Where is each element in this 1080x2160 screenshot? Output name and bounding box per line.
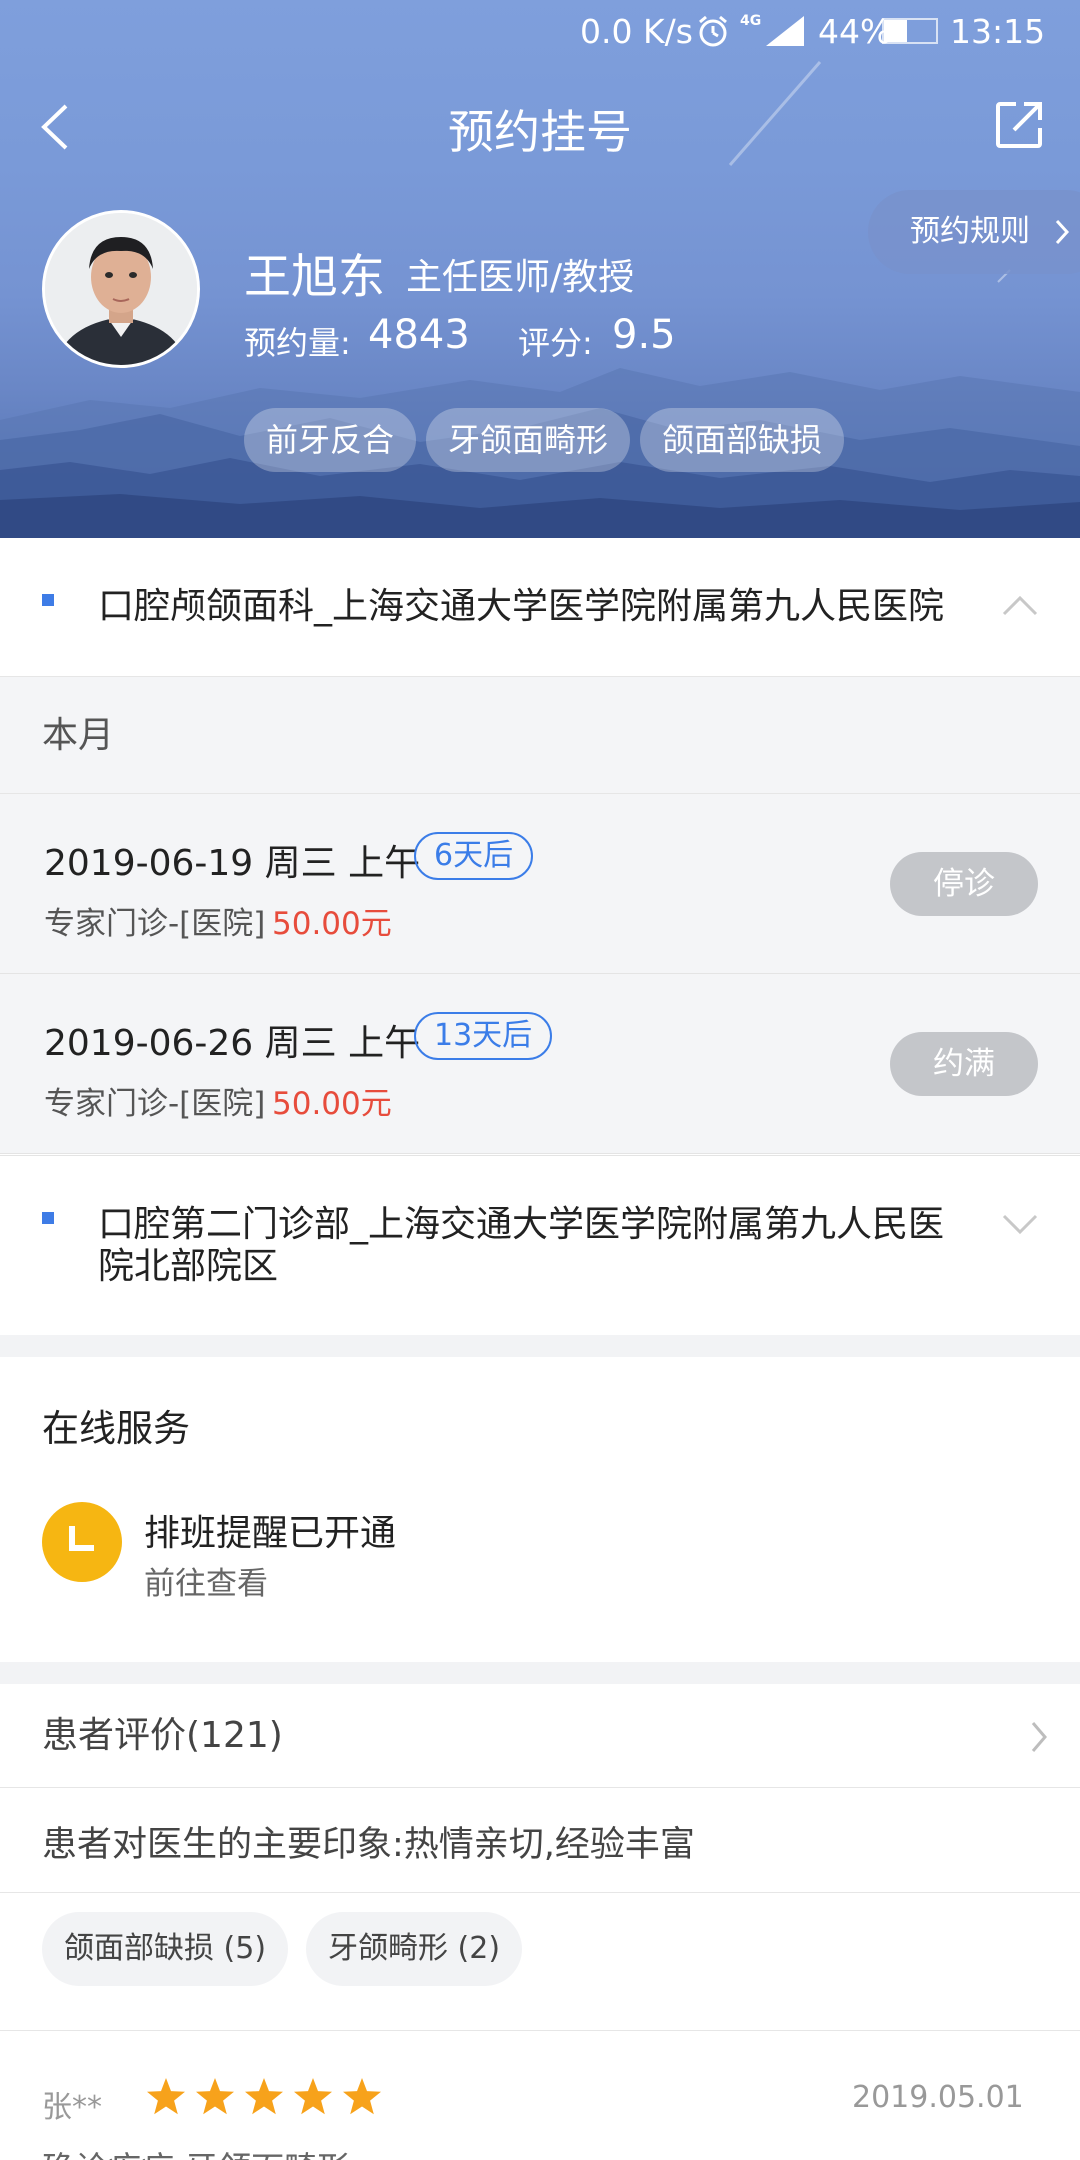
hospital-section-header[interactable]: 口腔颅颌面科_上海交通大学医学院附属第九人民医院 xyxy=(0,538,1080,676)
clock-hands xyxy=(69,1526,94,1551)
doctor-header: 0.0 K/s 4G 44% 13:15 预约挂号 预约规则 王旭东 主任医师/… xyxy=(0,0,1080,538)
chevron-right-icon xyxy=(1031,1722,1047,1752)
appointments-label: 预约量: xyxy=(244,324,351,362)
alarm-icon xyxy=(699,15,727,47)
schedule-reminder-link[interactable]: 前往查看 xyxy=(144,1558,268,1603)
network-speed: 0.0 K/s xyxy=(580,12,693,51)
battery-icon xyxy=(882,18,938,44)
status-bar: 0.0 K/s 4G 44% 13:15 xyxy=(0,0,1080,62)
review-text: 确诊疾病:牙颌面畸形 xyxy=(42,2142,350,2160)
star-icon xyxy=(294,2078,332,2115)
month-label: 本月 xyxy=(0,676,1080,794)
star-icon xyxy=(196,2078,234,2115)
review-date: 2019.05.01 xyxy=(852,2080,1024,2115)
hospital-section-header[interactable]: 口腔第二门诊部_上海交通大学医学院附属第九人民医院北部院区 xyxy=(0,1155,1080,1335)
stars-svg xyxy=(147,2078,381,2115)
star-icon xyxy=(245,2078,283,2115)
clock: 13:15 xyxy=(950,12,1046,51)
days-until-badge: 13天后 xyxy=(414,1012,553,1060)
bullet-dot xyxy=(42,594,54,606)
schedule-slot[interactable]: 2019-06-19 周三 上午 6天后 专家门诊-[医院] 50.00元 停诊 xyxy=(0,794,1080,974)
specialty-tag: 颌面部缺损 xyxy=(640,408,845,472)
chevron-right-icon xyxy=(1055,219,1070,245)
hospital-name: 口腔第二门诊部_上海交通大学医学院附属第九人民医院北部院区 xyxy=(98,1204,945,1287)
section-gap xyxy=(0,1662,1080,1684)
star-rating xyxy=(146,2076,396,2124)
divider xyxy=(0,2030,1080,2031)
slot-price: 50.00元 xyxy=(272,1086,392,1122)
chevron-down-icon xyxy=(1002,1214,1038,1235)
rating-value: 9.5 xyxy=(612,312,676,358)
page-title: 预约挂号 xyxy=(448,105,632,159)
battery-fill xyxy=(884,20,907,42)
slot-date: 2019-06-26 周三 上午 xyxy=(44,1023,421,1064)
network-type: 4G xyxy=(740,13,762,29)
clinic-type: 专家门诊-[医院] xyxy=(44,906,266,942)
signal-icon xyxy=(766,16,804,46)
reviewer-name: 张** xyxy=(42,2090,102,2125)
slot-price: 50.00元 xyxy=(272,906,392,942)
slot-status-button[interactable]: 约满 xyxy=(890,1032,1038,1096)
patient-reviews-row[interactable]: 患者评价(121) xyxy=(0,1684,1080,1788)
clinic-type: 专家门诊-[医院] xyxy=(44,1086,266,1122)
slot-date: 2019-06-19 周三 上午 xyxy=(44,843,421,884)
bullet-dot xyxy=(42,1212,54,1224)
specialty-tag: 牙颌面畸形 xyxy=(426,408,631,472)
star-icon xyxy=(343,2078,381,2115)
reviews-header: 患者评价(121) xyxy=(42,1715,283,1756)
impression-text: 患者对医生的主要印象:热情亲切,经验丰富 xyxy=(42,1825,695,1865)
share-icon[interactable] xyxy=(994,100,1044,150)
doctor-avatar xyxy=(42,210,200,368)
online-service-title: 在线服务 xyxy=(42,1407,190,1450)
review-tag[interactable]: 颌面部缺损 (5) xyxy=(42,1912,289,1986)
doctor-name: 王旭东 xyxy=(244,250,385,305)
schedule-slot[interactable]: 2019-06-26 周三 上午 13天后 专家门诊-[医院] 50.00元 约… xyxy=(0,974,1080,1154)
doctor-title: 主任医师/教授 xyxy=(406,257,635,298)
chevron-up-icon xyxy=(1002,595,1038,616)
days-until-badge: 6天后 xyxy=(414,832,534,880)
divider xyxy=(0,1892,1080,1893)
booking-rules-button[interactable]: 预约规则 xyxy=(868,190,1080,274)
clock-icon[interactable] xyxy=(42,1502,122,1582)
specialty-tag: 前牙反合 xyxy=(244,408,417,472)
schedule-reminder-title[interactable]: 排班提醒已开通 xyxy=(144,1504,396,1556)
section-gap xyxy=(0,1335,1080,1357)
star-icon xyxy=(147,2078,185,2115)
battery-percent: 44% xyxy=(818,12,892,51)
rating-label: 评分: xyxy=(518,324,593,362)
booking-rules-label: 预约规则 xyxy=(910,214,1030,249)
review-tag[interactable]: 牙颌畸形 (2) xyxy=(306,1912,523,1986)
appointments-count: 4843 xyxy=(368,312,470,358)
doctor-photo xyxy=(45,213,197,365)
slot-status-button[interactable]: 停诊 xyxy=(890,852,1038,916)
hospital-name: 口腔颅颌面科_上海交通大学医学院附属第九人民医院 xyxy=(98,586,945,627)
